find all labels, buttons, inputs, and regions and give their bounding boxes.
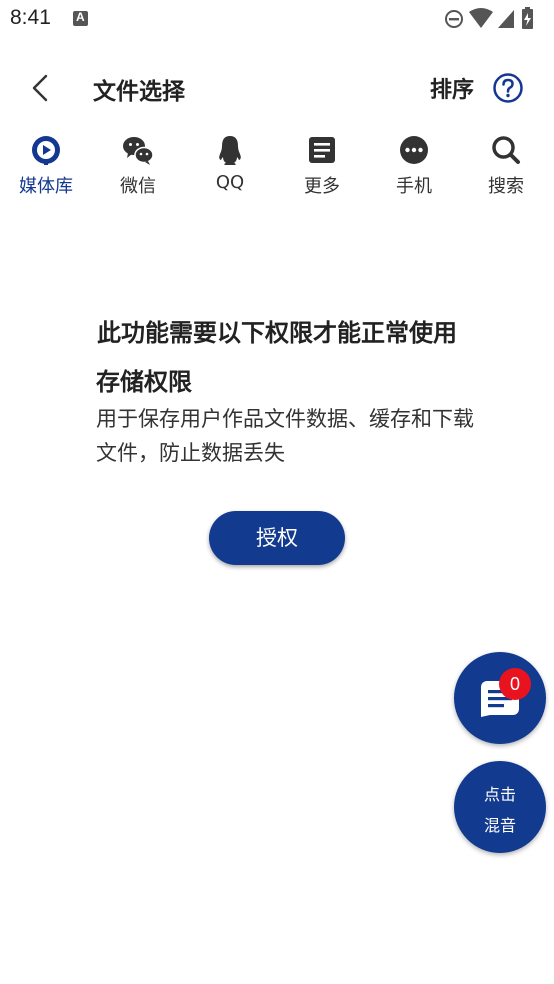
chevron-left-icon xyxy=(32,74,48,102)
search-icon xyxy=(492,136,520,164)
media-library-icon xyxy=(32,136,60,165)
page-title: 文件选择 xyxy=(93,79,185,105)
app-bar: 文件选择 排序 xyxy=(0,60,554,116)
tab-media-library[interactable]: 媒体库 xyxy=(0,132,92,198)
permission-name: 存储权限 xyxy=(96,368,192,396)
mix-label-line1: 点击 xyxy=(483,785,516,804)
wifi-icon xyxy=(469,8,493,28)
tab-more[interactable]: 更多 xyxy=(276,132,368,198)
a-icon: A xyxy=(73,10,88,26)
sort-button[interactable]: 排序 xyxy=(430,72,474,104)
tab-label: 搜索 xyxy=(488,176,524,197)
document-icon xyxy=(309,137,335,163)
cell-signal-icon xyxy=(498,10,514,28)
do-not-disturb-icon xyxy=(445,10,463,28)
mix-button[interactable]: 点击 混音 xyxy=(454,761,546,853)
help-circle-icon xyxy=(493,73,523,103)
permission-description: 用于保存用户作品文件数据、缓存和下载文件，防止数据丢失 xyxy=(96,407,474,465)
source-tabs: 媒体库 微信 QQ 更多 手机 搜索 xyxy=(0,132,554,198)
wechat-icon xyxy=(123,137,154,165)
tab-label: 微信 xyxy=(120,176,156,197)
authorize-button[interactable]: 授权 xyxy=(209,511,345,565)
help-button[interactable] xyxy=(492,72,524,104)
more-dots-icon xyxy=(400,136,428,164)
mix-label-line2: 混音 xyxy=(483,816,516,835)
tab-label: 手机 xyxy=(396,176,432,197)
qq-icon xyxy=(219,136,241,165)
tab-search[interactable]: 搜索 xyxy=(460,132,552,198)
tab-qq[interactable]: QQ xyxy=(184,132,276,198)
battery-icon xyxy=(522,7,533,29)
back-button[interactable] xyxy=(22,68,62,108)
selected-list-button[interactable] xyxy=(454,652,546,744)
status-time: 8:41 xyxy=(10,6,51,29)
status-bar: 8:41 A xyxy=(0,0,554,40)
tab-label: 媒体库 xyxy=(19,176,73,197)
tab-wechat[interactable]: 微信 xyxy=(92,132,184,198)
count-badge: 0 xyxy=(499,668,531,700)
tab-phone[interactable]: 手机 xyxy=(368,132,460,198)
status-icons xyxy=(444,6,544,30)
tab-label: 更多 xyxy=(304,176,340,197)
permission-title: 此功能需要以下权限才能正常使用 xyxy=(97,319,457,347)
tab-label: QQ xyxy=(215,172,245,193)
